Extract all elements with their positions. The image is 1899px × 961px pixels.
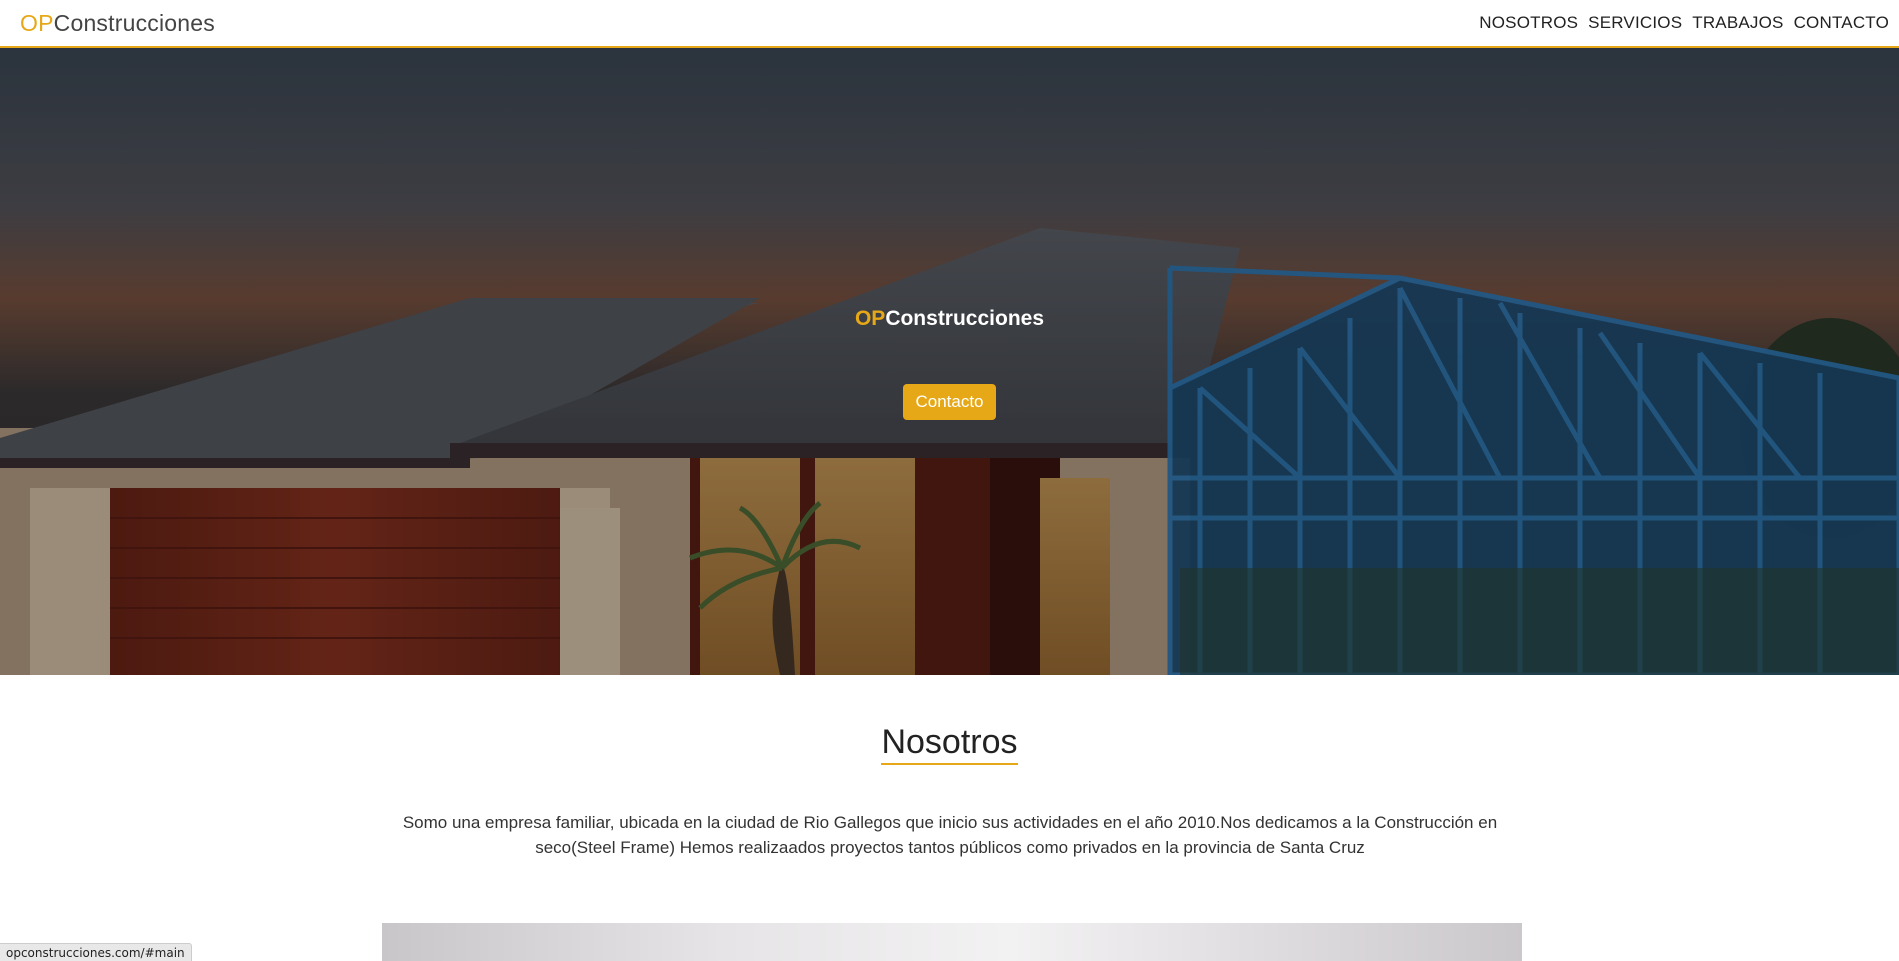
- hero-title-suffix: Construcciones: [885, 307, 1045, 330]
- nav-menu: NOSOTROS SERVICIOS TRABAJOS CONTACTO: [1479, 13, 1889, 33]
- browser-status-url: opconstrucciones.com/#main: [0, 943, 192, 961]
- hero-title: OPConstrucciones: [855, 307, 1044, 331]
- nav-link-trabajos[interactable]: TRABAJOS: [1692, 13, 1783, 33]
- hero-content: OPConstrucciones Contacto: [0, 48, 1899, 675]
- hero-title-prefix: OP: [854, 307, 886, 330]
- brand-suffix: Construcciones: [53, 9, 215, 36]
- brand-logo-link[interactable]: OPConstrucciones: [20, 10, 215, 37]
- hero-section: OPConstrucciones Contacto: [0, 48, 1899, 675]
- brand-prefix: OP: [20, 9, 54, 36]
- navbar: OPConstrucciones NOSOTROS SERVICIOS TRAB…: [0, 0, 1899, 48]
- about-text: Somo una empresa familiar, ubicada en la…: [402, 813, 1498, 857]
- about-section-header: Nosotros: [0, 722, 1899, 765]
- nav-link-nosotros[interactable]: NOSOTROS: [1479, 13, 1578, 33]
- nav-link-contacto[interactable]: CONTACTO: [1794, 13, 1889, 33]
- about-title: Nosotros: [881, 722, 1018, 765]
- nav-link-servicios[interactable]: SERVICIOS: [1588, 13, 1682, 33]
- about-image: [382, 923, 1522, 961]
- contact-button[interactable]: Contacto: [903, 384, 996, 420]
